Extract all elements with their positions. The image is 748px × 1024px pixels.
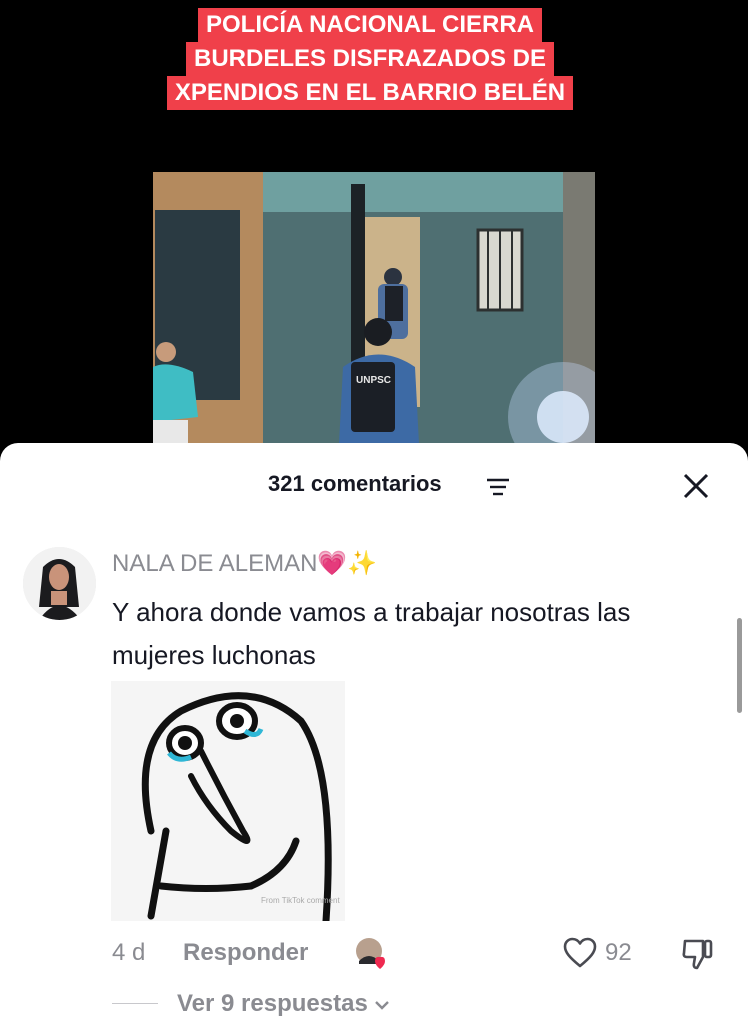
like-count: 92 bbox=[605, 939, 632, 966]
view-replies-label: Ver 9 respuestas bbox=[177, 990, 368, 1017]
sort-icon[interactable] bbox=[486, 478, 510, 503]
creator-liked-avatar bbox=[355, 937, 389, 971]
commenter-avatar[interactable] bbox=[23, 547, 96, 620]
svg-text:From TikTok comment: From TikTok comment bbox=[261, 896, 340, 905]
comment-sticker-image[interactable]: From TikTok comment bbox=[111, 681, 345, 921]
headline-line-2: BURDELES DISFRAZADOS DE bbox=[185, 42, 555, 76]
view-replies-button[interactable]: Ver 9 respuestas bbox=[177, 990, 390, 1018]
comments-header: 321 comentarios bbox=[0, 443, 748, 525]
comments-sheet: 321 comentarios NALA DE ALEMAN💗✨ Y ahora… bbox=[0, 443, 748, 1024]
svg-text:UNPSC: UNPSC bbox=[356, 375, 391, 386]
close-icon[interactable] bbox=[681, 471, 711, 506]
thumb-down-icon[interactable] bbox=[681, 937, 715, 976]
police-raid-photo: UNPSC bbox=[153, 172, 595, 444]
comments-count: 321 comentarios bbox=[268, 471, 442, 496]
replies-divider bbox=[112, 1003, 158, 1004]
scrollbar[interactable] bbox=[737, 618, 742, 713]
comment-author[interactable]: NALA DE ALEMAN💗✨ bbox=[112, 549, 377, 578]
video-thumbnail[interactable]: UNPSC bbox=[153, 172, 595, 444]
headline-line-3: XPENDIOS EN EL BARRIO BELÉN bbox=[166, 76, 574, 110]
video-preview[interactable]: POLICÍA NACIONAL CIERRA BURDELES DISFRAZ… bbox=[0, 0, 748, 470]
reply-button[interactable]: Responder bbox=[183, 939, 308, 967]
like-heart-icon[interactable] bbox=[563, 937, 597, 974]
chevron-down-icon bbox=[374, 990, 390, 1017]
comment-time: 4 d bbox=[112, 939, 146, 966]
headline-line-1: POLICÍA NACIONAL CIERRA bbox=[197, 8, 542, 42]
comment-text: Y ahora donde vamos a trabajar nosotras … bbox=[112, 597, 631, 670]
video-headline: POLICÍA NACIONAL CIERRA BURDELES DISFRAZ… bbox=[150, 8, 590, 110]
